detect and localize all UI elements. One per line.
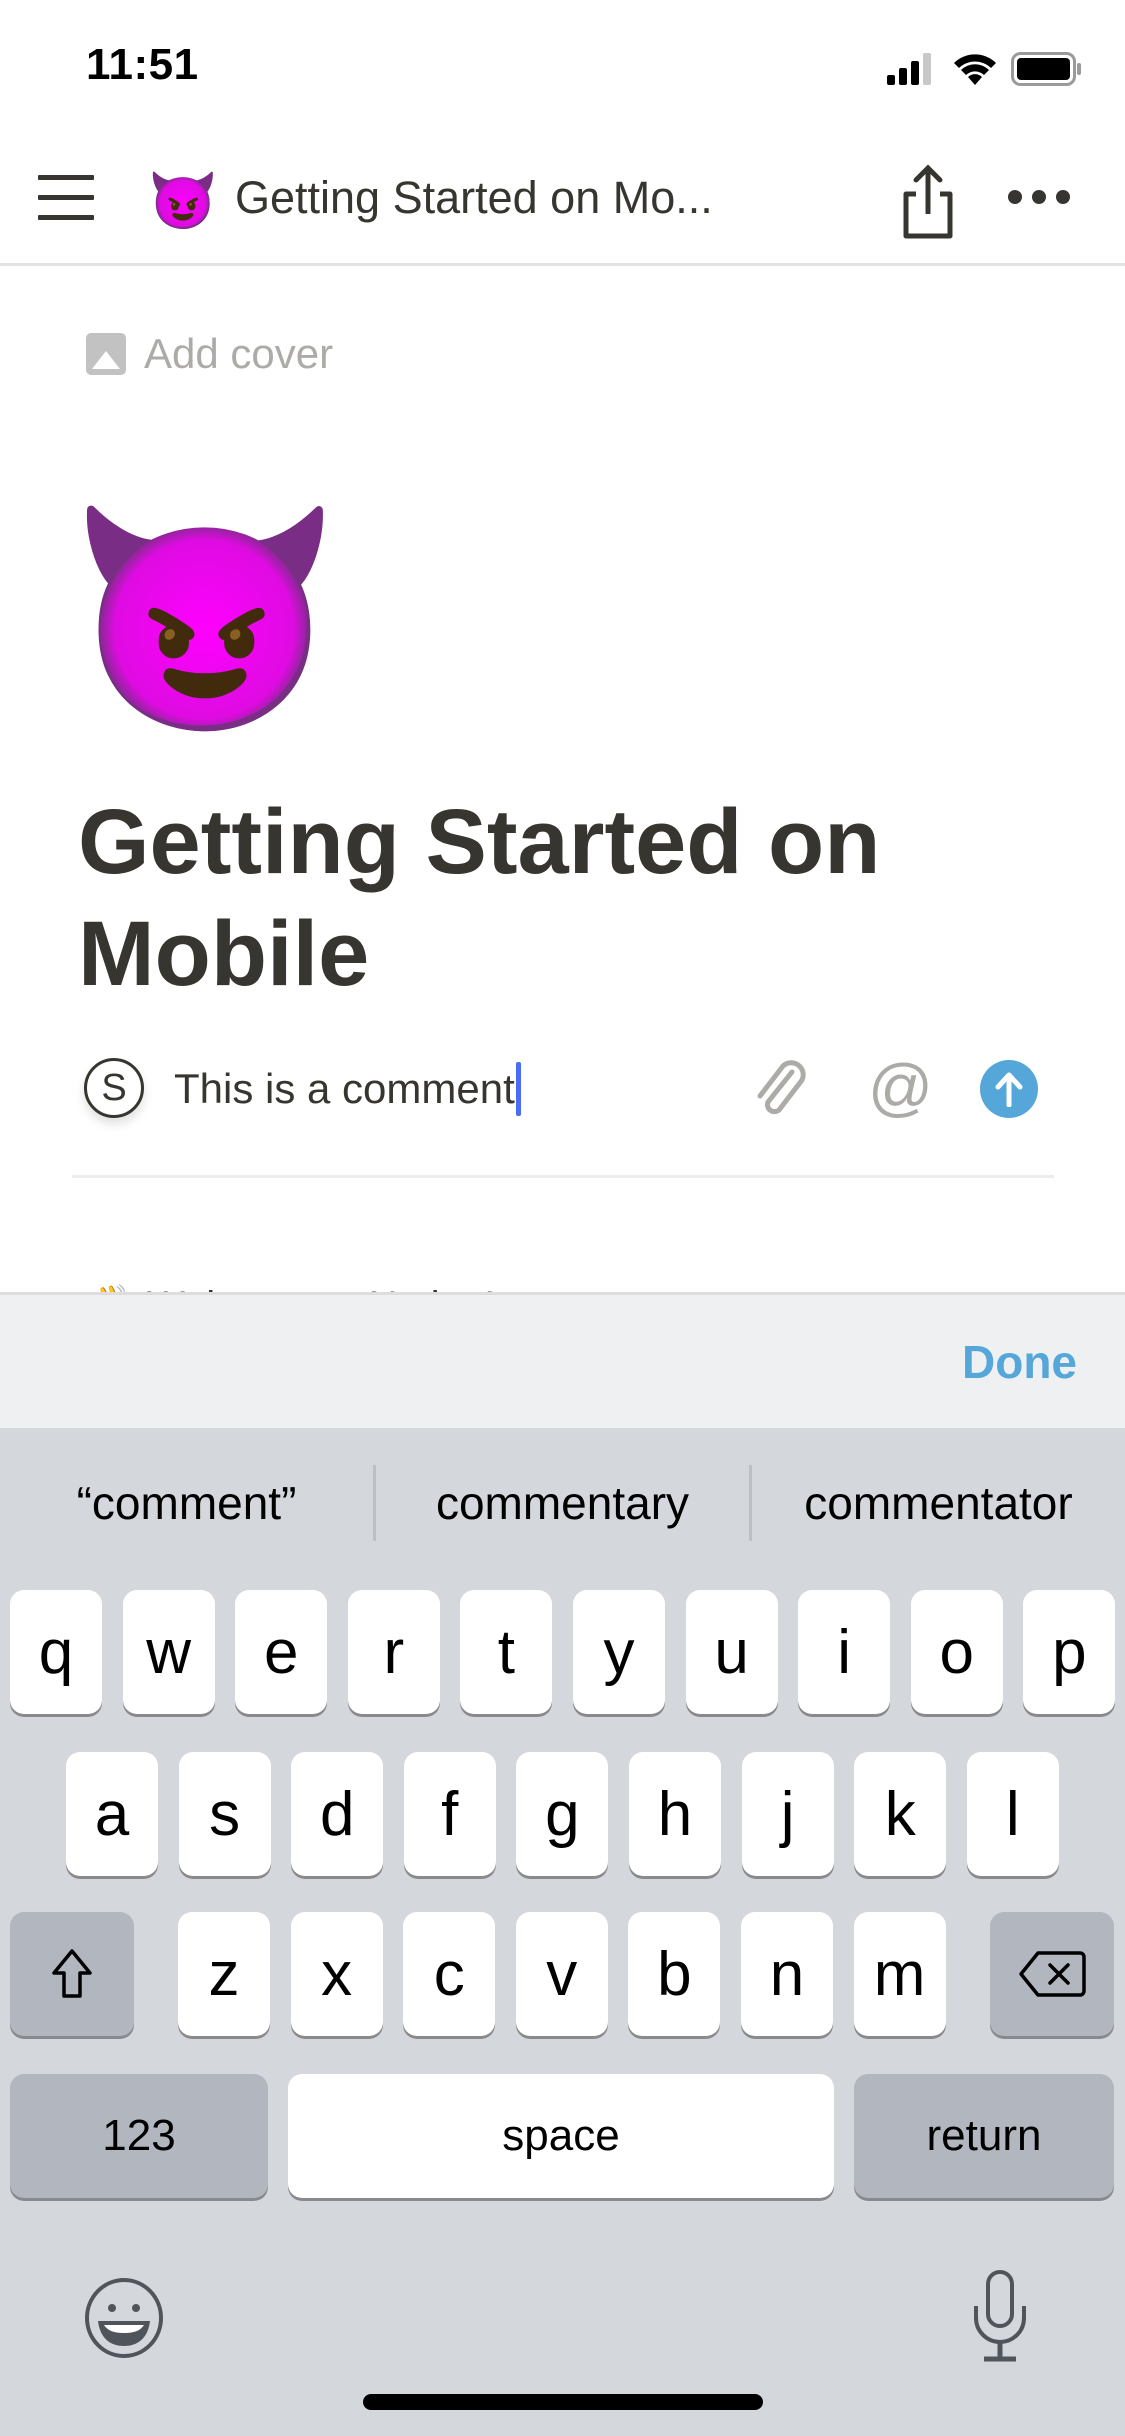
status-bar: 11:51 (0, 0, 1125, 140)
avatar: S (84, 1058, 144, 1118)
hamburger-icon[interactable] (38, 175, 94, 225)
backspace-icon (1019, 1951, 1086, 1997)
share-icon[interactable] (898, 162, 958, 242)
send-button[interactable] (980, 1060, 1038, 1118)
comment-composer: S This is a comment @ (72, 1050, 1054, 1178)
key-b[interactable]: b (628, 1912, 721, 2036)
add-cover-label: Add cover (144, 330, 334, 377)
return-key[interactable]: return (854, 2074, 1114, 2198)
key-l[interactable]: l (966, 1752, 1059, 1876)
space-key[interactable]: space (288, 2074, 834, 2198)
paperclip-icon[interactable] (752, 1058, 812, 1120)
wifi-icon (954, 54, 996, 85)
key-j[interactable]: j (741, 1752, 834, 1876)
key-s[interactable]: s (178, 1752, 271, 1876)
page-title[interactable]: Getting Started on Mobile (78, 786, 1078, 1010)
key-a[interactable]: a (66, 1752, 158, 1876)
comment-input[interactable]: This is a comment (174, 1062, 521, 1116)
header-title[interactable]: Getting Started on Mo... (235, 172, 713, 224)
key-e[interactable]: e (235, 1590, 328, 1714)
key-u[interactable]: u (685, 1590, 778, 1714)
mention-icon[interactable]: @ (868, 1052, 933, 1122)
key-w[interactable]: w (122, 1590, 215, 1714)
status-icons (887, 52, 1083, 86)
numbers-key[interactable]: 123 (10, 2074, 268, 2198)
key-x[interactable]: x (290, 1912, 383, 2036)
key-i[interactable]: i (798, 1590, 891, 1714)
more-icon[interactable] (1008, 190, 1070, 204)
key-h[interactable]: h (629, 1752, 721, 1876)
key-c[interactable]: c (403, 1912, 496, 2036)
key-g[interactable]: g (516, 1752, 609, 1876)
key-d[interactable]: d (291, 1752, 384, 1876)
add-cover-button[interactable]: Add cover (86, 330, 333, 378)
battery-icon (1011, 52, 1081, 86)
home-indicator[interactable] (363, 2394, 763, 2410)
microphone-icon[interactable] (970, 2268, 1030, 2364)
image-icon (86, 333, 126, 375)
page-icon[interactable]: 😈 (68, 490, 342, 750)
keyboard-accessory-bar: Done (0, 1292, 1125, 1428)
key-n[interactable]: n (741, 1912, 833, 2036)
shift-key[interactable] (10, 1912, 134, 2036)
page-emoji-icon[interactable]: 😈 (148, 166, 218, 236)
suggestion-2[interactable]: commentary (376, 1476, 749, 1530)
key-k[interactable]: k (854, 1752, 947, 1876)
keyboard: “comment” commentary commentator qwertyu… (0, 1428, 1125, 2436)
status-time: 11:51 (86, 40, 199, 89)
shift-icon (52, 1949, 92, 1998)
signal-icon (887, 53, 931, 85)
backspace-key[interactable] (990, 1912, 1114, 2036)
emoji-keyboard-icon[interactable] (82, 2276, 166, 2360)
key-o[interactable]: o (910, 1590, 1003, 1714)
key-f[interactable]: f (403, 1752, 496, 1876)
key-z[interactable]: z (178, 1912, 270, 2036)
key-v[interactable]: v (515, 1912, 608, 2036)
suggestion-3[interactable]: commentator (752, 1476, 1125, 1530)
key-r[interactable]: r (347, 1590, 440, 1714)
done-button[interactable]: Done (962, 1335, 1077, 1389)
key-p[interactable]: p (1023, 1590, 1116, 1714)
page-header: 😈 Getting Started on Mo... (0, 140, 1125, 266)
text-caret (515, 1062, 521, 1116)
suggestion-bar: “comment” commentary commentator (0, 1428, 1125, 1578)
key-q[interactable]: q (10, 1590, 102, 1714)
arrow-up-icon (995, 1072, 1023, 1107)
key-y[interactable]: y (573, 1590, 665, 1714)
key-t[interactable]: t (460, 1590, 553, 1714)
key-m[interactable]: m (853, 1912, 946, 2036)
comment-text: This is a comment (174, 1065, 515, 1112)
suggestion-1[interactable]: “comment” (0, 1476, 373, 1530)
